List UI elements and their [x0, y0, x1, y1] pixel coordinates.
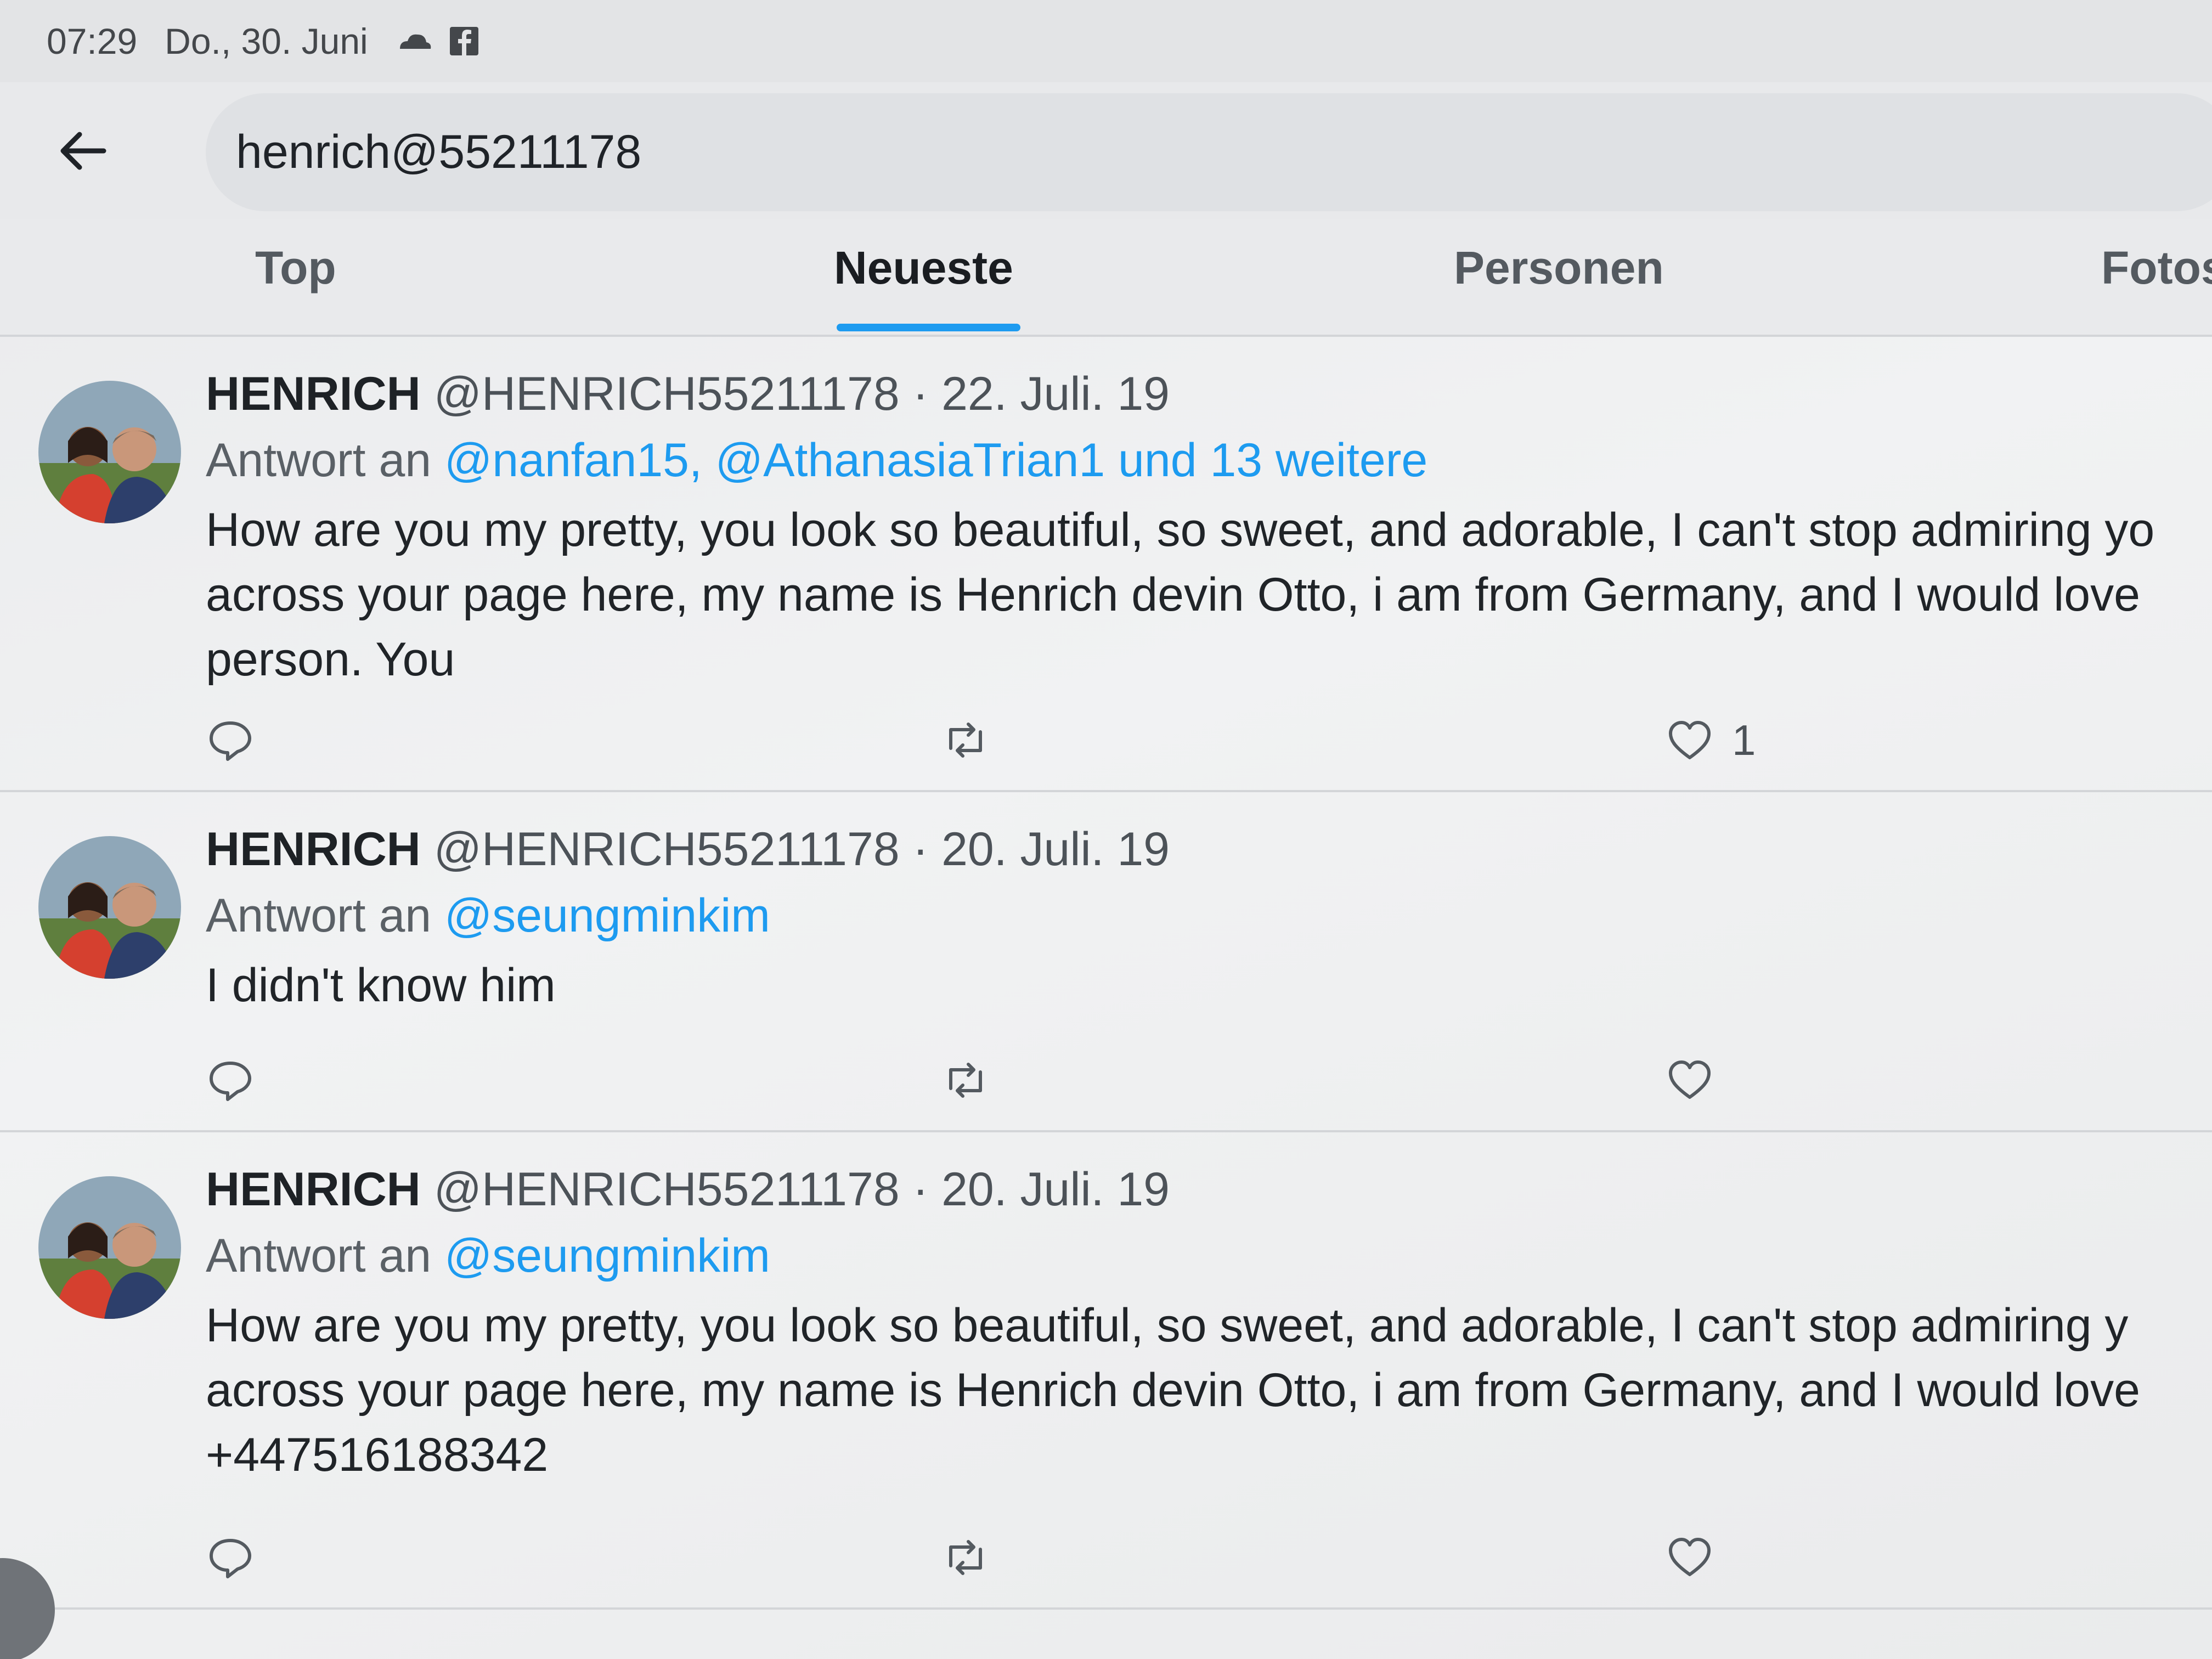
tweet-actions: 1 [206, 715, 2212, 776]
tweet[interactable]: HENRICH @HENRICH55211178 · 20. Juli. 19 … [0, 792, 2212, 1132]
reply-button[interactable] [206, 715, 255, 765]
reply-prefix: Antwort an [206, 889, 444, 942]
tweet-actions [206, 1056, 2212, 1116]
reply-to: Antwort an @nanfan15, @AthanasiaTrian1 u… [206, 433, 2212, 488]
reply-prefix: Antwort an [206, 1229, 444, 1282]
avatar[interactable] [38, 381, 181, 523]
comment-icon [210, 721, 251, 761]
status-bar: 07:29 Do., 30. Juni [0, 0, 2212, 82]
tab-fotos[interactable]: Fotos [2101, 241, 2212, 295]
comment-icon [210, 1062, 251, 1101]
profile-photo [38, 1176, 181, 1319]
reply-to: Antwort an @seungminkim [206, 1229, 2212, 1283]
screen: 07:29 Do., 30. Juni henrich@55211178 Top… [0, 0, 2212, 1659]
like-button[interactable]: 1 [1665, 715, 1756, 765]
arrow-left-icon [60, 132, 106, 170]
back-button[interactable] [52, 121, 112, 181]
author-name[interactable]: HENRICH [206, 823, 421, 876]
tab-neueste[interactable]: Neueste [834, 241, 1013, 295]
avatar[interactable] [38, 1176, 181, 1319]
heart-icon [1669, 720, 1711, 759]
reply-mentions[interactable]: @nanfan15, @AthanasiaTrian1 und 13 weite… [444, 434, 1427, 487]
tweet[interactable]: HENRICH @HENRICH55211178 · 22. Juli. 19 … [0, 337, 2212, 792]
retweet-button[interactable] [941, 715, 990, 765]
tweet-text: I didn't know him [206, 959, 556, 1012]
like-count: 1 [1732, 716, 1756, 764]
tweet-content: HENRICH @HENRICH55211178 · 20. Juli. 19 … [206, 1163, 2212, 1487]
tweet-text: How are you my pretty, you look so beaut… [206, 504, 2155, 686]
like-button[interactable] [1665, 1533, 1732, 1582]
reply-to: Antwort an @seungminkim [206, 889, 2212, 943]
retweet-icon [949, 723, 982, 758]
profile-photo [38, 836, 181, 979]
tweet-content: HENRICH @HENRICH55211178 · 22. Juli. 19 … [206, 367, 2212, 692]
retweet-icon [949, 1540, 982, 1575]
search-query: henrich@55211178 [236, 126, 642, 178]
retweet-button[interactable] [941, 1533, 990, 1582]
tweet-content: HENRICH @HENRICH55211178 · 20. Juli. 19 … [206, 822, 2212, 1018]
comment-icon [210, 1539, 251, 1578]
tab-personen[interactable]: Personen [1454, 241, 1664, 295]
search-input[interactable]: henrich@55211178 [206, 93, 2212, 211]
tweet-actions [206, 1533, 2212, 1593]
avatar[interactable] [38, 836, 181, 979]
tweet-header: HENRICH @HENRICH55211178 · 20. Juli. 19 [206, 1163, 2212, 1217]
status-time: 07:29 [47, 21, 138, 61]
search-tabs: Top Neueste Personen Fotos [0, 219, 2212, 337]
author-handle-date: @HENRICH55211178 · 20. Juli. 19 [420, 823, 1170, 876]
tweet-header: HENRICH @HENRICH55211178 · 22. Juli. 19 [206, 367, 2212, 421]
author-name[interactable]: HENRICH [206, 1163, 421, 1216]
tweet[interactable]: HENRICH @HENRICH55211178 · 20. Juli. 19 … [0, 1132, 2212, 1610]
retweet-icon [949, 1063, 982, 1098]
tweet-header: HENRICH @HENRICH55211178 · 20. Juli. 19 [206, 822, 2212, 877]
heart-icon [1669, 1538, 1711, 1576]
retweet-button[interactable] [941, 1056, 990, 1105]
reply-prefix: Antwort an [206, 434, 444, 487]
reply-button[interactable] [206, 1533, 255, 1582]
reply-mentions[interactable]: @seungminkim [444, 889, 770, 942]
tweet-feed: HENRICH @HENRICH55211178 · 22. Juli. 19 … [0, 337, 2212, 1610]
tweet-text: How are you my pretty, you look so beaut… [206, 1299, 2140, 1481]
reply-button[interactable] [206, 1056, 255, 1105]
like-button[interactable] [1665, 1056, 1732, 1105]
reply-mentions[interactable]: @seungminkim [444, 1229, 770, 1282]
author-handle-date: @HENRICH55211178 · 20. Juli. 19 [420, 1163, 1170, 1216]
cloud-icon [399, 34, 431, 49]
active-tab-indicator [837, 324, 1020, 331]
tab-top[interactable]: Top [255, 241, 336, 295]
profile-photo [38, 381, 181, 523]
heart-icon [1669, 1060, 1711, 1099]
search-header: henrich@55211178 [0, 82, 2212, 219]
status-date: Do., 30. Juni [165, 21, 368, 61]
author-handle-date: @HENRICH55211178 · 22. Juli. 19 [420, 368, 1170, 420]
facebook-icon [449, 27, 478, 55]
author-name[interactable]: HENRICH [206, 368, 421, 420]
